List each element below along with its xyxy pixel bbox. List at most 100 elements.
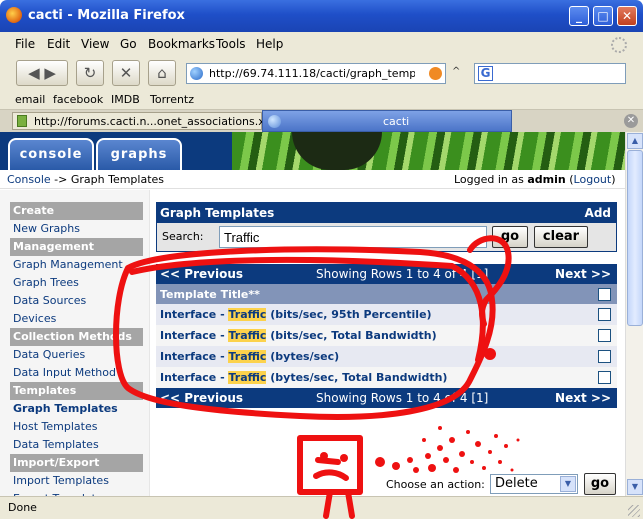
menu-file[interactable]: File: [15, 37, 35, 51]
filter-box: Graph Templates Add Search: go clear: [156, 202, 617, 252]
go-button[interactable]: go: [492, 226, 528, 248]
sidebar-header-import-export: Import/Export: [10, 454, 143, 472]
sidebar-header-templates: Templates: [10, 382, 143, 400]
nav-toolbar: ◀ ▶ ↻ ✕ ⌂ http://69.74.111.18/cacti/grap…: [0, 56, 643, 92]
menu-edit[interactable]: Edit: [47, 37, 70, 51]
previous-link[interactable]: << Previous: [160, 391, 243, 405]
login-close: ): [611, 173, 616, 186]
template-link[interactable]: Interface - Traffic (bits/sec, Total Ban…: [160, 329, 437, 342]
column-template-title[interactable]: Template Title**: [160, 288, 260, 301]
row-checkbox[interactable]: [598, 371, 611, 384]
tab-graphs[interactable]: graphs: [96, 138, 182, 170]
breadcrumb-separator: ->: [50, 173, 71, 186]
sidebar-item-graph-management[interactable]: Graph Management: [10, 256, 143, 274]
resize-grip-icon[interactable]: [628, 505, 640, 517]
action-select[interactable]: Delete ▼: [490, 474, 578, 494]
scroll-up-icon[interactable]: ▲: [627, 133, 643, 149]
row-checkbox[interactable]: [598, 350, 611, 363]
page-icon: [17, 115, 27, 127]
back-forward-button[interactable]: ◀ ▶: [16, 60, 68, 86]
logout-link[interactable]: Logout: [574, 173, 612, 186]
scroll-down-icon[interactable]: ▼: [627, 479, 643, 495]
row-checkbox[interactable]: [598, 329, 611, 342]
action-label: Choose an action:: [386, 478, 485, 491]
previous-link[interactable]: << Previous: [160, 267, 243, 281]
firefox-icon: [6, 7, 22, 23]
home-icon[interactable]: ⌂: [148, 60, 176, 86]
search-input[interactable]: [219, 226, 487, 248]
site-icon: [190, 67, 203, 80]
cacti-header: console graphs: [0, 132, 625, 170]
search-bar[interactable]: G: [474, 63, 626, 84]
bookmark-email[interactable]: email: [15, 93, 45, 106]
status-bar: Done: [0, 496, 643, 519]
reload-icon[interactable]: ↻: [76, 60, 104, 86]
template-name-prefix: Interface -: [160, 371, 229, 384]
bookmark-torrentz[interactable]: Torrentz: [150, 93, 194, 106]
page-content: console graphs Console -> Graph Template…: [0, 132, 625, 496]
bookmark-imdb[interactable]: IMDB: [111, 93, 140, 106]
url-text: http://69.74.111.18/cacti/graph_template…: [209, 67, 415, 80]
clear-button[interactable]: clear: [534, 226, 588, 248]
tab-cacti-label: cacti: [383, 115, 410, 128]
table-row: Interface - Traffic (bytes/sec): [156, 346, 617, 367]
select-all-checkbox[interactable]: [598, 288, 611, 301]
main-panel: Graph Templates Add Search: go clear << …: [154, 190, 619, 496]
sidebar-item-data-sources[interactable]: Data Sources: [10, 292, 143, 310]
sidebar-item-data-queries[interactable]: Data Queries: [10, 346, 143, 364]
sidebar-item-data-input-method[interactable]: Data Input Method: [10, 364, 143, 382]
next-link[interactable]: Next >>: [555, 267, 611, 281]
console-sidebar: Create New Graphs Management Graph Manageme…: [0, 190, 150, 496]
template-name-suffix: (bits/sec, 95th Percentile): [266, 308, 432, 321]
sidebar-item-graph-templates[interactable]: Graph Templates: [10, 400, 143, 418]
login-open: (: [565, 173, 574, 186]
tab-cacti[interactable]: cacti: [262, 110, 512, 132]
breadcrumb-console-link[interactable]: Console: [7, 173, 51, 186]
sidebar-header-collection-methods: Collection Methods: [10, 328, 143, 346]
table-row: Interface - Traffic (bytes/sec, Total Ba…: [156, 367, 617, 388]
feed-icon[interactable]: [429, 67, 442, 80]
add-link[interactable]: Add: [585, 206, 611, 220]
tab-forums[interactable]: http://forums.cacti.n...onet_association…: [12, 112, 279, 130]
search-engine-icon[interactable]: G: [478, 66, 493, 81]
breadcrumb-bar: Console -> Graph Templates Logged in as …: [0, 170, 625, 189]
tab-bar: http://forums.cacti.n...onet_association…: [0, 110, 643, 132]
close-button[interactable]: ✕: [617, 6, 637, 26]
chevron-down-icon[interactable]: ▼: [560, 476, 576, 492]
sidebar-item-graph-trees[interactable]: Graph Trees: [10, 274, 143, 292]
sidebar-item-host-templates[interactable]: Host Templates: [10, 418, 143, 436]
close-tab-icon[interactable]: ✕: [624, 114, 638, 128]
maximize-button[interactable]: □: [593, 6, 613, 26]
url-dropdown-icon[interactable]: ^: [452, 66, 460, 77]
next-link[interactable]: Next >>: [555, 391, 611, 405]
template-link[interactable]: Interface - Traffic (bytes/sec): [160, 350, 339, 363]
template-name-suffix: (bits/sec, Total Bandwidth): [266, 329, 437, 342]
menu-go[interactable]: Go: [120, 37, 137, 51]
scroll-thumb[interactable]: [627, 150, 643, 326]
tab-console[interactable]: console: [8, 138, 94, 170]
url-bar[interactable]: http://69.74.111.18/cacti/graph_template…: [186, 63, 446, 84]
menu-help[interactable]: Help: [256, 37, 283, 51]
vertical-scrollbar[interactable]: ▲ ▼: [625, 132, 643, 496]
template-link[interactable]: Interface - Traffic (bits/sec, 95th Perc…: [160, 308, 432, 321]
bookmark-facebook[interactable]: facebook: [53, 93, 103, 106]
action-go-button[interactable]: go: [584, 473, 616, 495]
sidebar-item-devices[interactable]: Devices: [10, 310, 143, 328]
bookmarks-toolbar: email facebook IMDB Torrentz: [0, 92, 643, 110]
minimize-button[interactable]: _: [569, 6, 589, 26]
table-row: Interface - Traffic (bits/sec, 95th Perc…: [156, 304, 617, 325]
menu-tools[interactable]: Tools: [216, 37, 246, 51]
site-icon: [268, 115, 281, 128]
sidebar-item-new-graphs[interactable]: New Graphs: [10, 220, 143, 238]
login-user: admin: [527, 173, 566, 186]
menu-view[interactable]: View: [81, 37, 109, 51]
sidebar-item-import-templates[interactable]: Import Templates: [10, 472, 143, 490]
menu-bookmarks[interactable]: Bookmarks: [148, 37, 215, 51]
template-name-prefix: Interface -: [160, 350, 229, 363]
search-highlight: Traffic: [228, 371, 267, 384]
menu-bar: File Edit View Go Bookmarks Tools Help: [0, 32, 643, 56]
template-link[interactable]: Interface - Traffic (bytes/sec, Total Ba…: [160, 371, 447, 384]
row-checkbox[interactable]: [598, 308, 611, 321]
sidebar-item-data-templates[interactable]: Data Templates: [10, 436, 143, 454]
stop-icon[interactable]: ✕: [112, 60, 140, 86]
